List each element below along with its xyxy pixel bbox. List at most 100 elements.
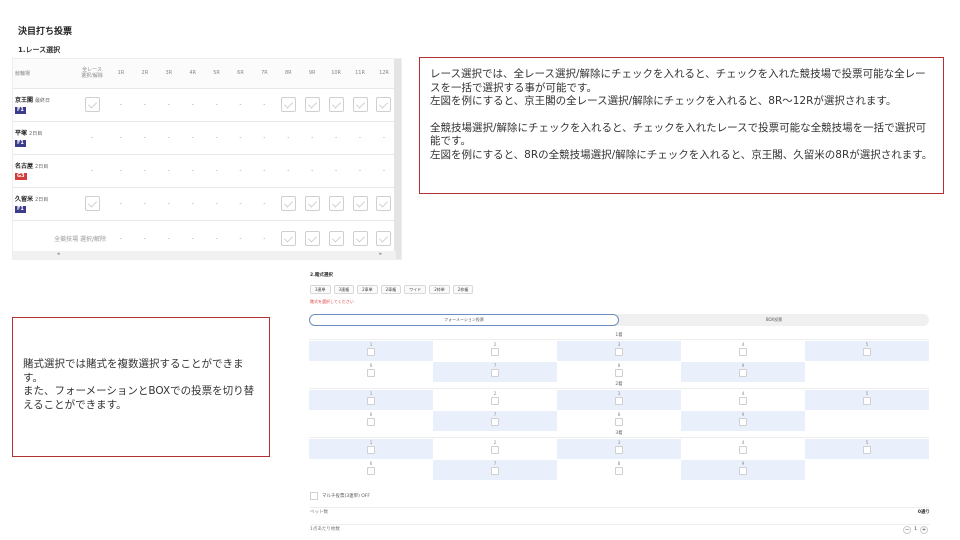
number-checkbox[interactable]: [863, 397, 871, 405]
minus-button[interactable]: −: [903, 526, 912, 534]
number-cell[interactable]: 4: [681, 341, 805, 361]
number-checkbox[interactable]: [863, 348, 871, 356]
number-cell[interactable]: 9: [681, 362, 805, 382]
box-mode-button[interactable]: BOX投票: [619, 314, 929, 326]
race-cell[interactable]: [276, 187, 301, 221]
bet-type-button[interactable]: 2枠複: [452, 285, 474, 294]
bet-type-button[interactable]: ワイド: [404, 285, 427, 294]
race-cell[interactable]: [276, 88, 301, 122]
number-checkbox[interactable]: [367, 446, 375, 454]
number-cell[interactable]: 5: [805, 439, 929, 459]
number-checkbox[interactable]: [491, 467, 499, 475]
number-cell[interactable]: 8: [557, 362, 681, 382]
number-checkbox[interactable]: [739, 446, 747, 454]
formation-mode-button[interactable]: フォーメーション投票: [309, 314, 619, 326]
number-cell[interactable]: 9: [681, 460, 805, 480]
checkbox[interactable]: [304, 196, 320, 211]
race-cell[interactable]: [348, 187, 372, 221]
number-cell[interactable]: 4: [681, 390, 805, 410]
number-checkbox[interactable]: [367, 418, 375, 426]
bet-type-button[interactable]: 2枠単: [429, 285, 450, 294]
number-checkbox[interactable]: [739, 348, 747, 356]
multi-checkbox[interactable]: [310, 492, 318, 500]
race-cell[interactable]: [324, 187, 349, 221]
bet-type-button[interactable]: 3連複: [333, 285, 355, 294]
race-cell[interactable]: [324, 88, 349, 122]
checkbox[interactable]: [352, 230, 368, 246]
number-checkbox[interactable]: [615, 397, 623, 405]
number-cell[interactable]: 6: [309, 460, 433, 480]
number-cell[interactable]: 2: [433, 390, 557, 410]
number-checkbox[interactable]: [615, 348, 623, 356]
number-cell[interactable]: 2: [433, 439, 557, 459]
number-checkbox[interactable]: [491, 348, 499, 356]
bet-type-button[interactable]: 2車複: [380, 285, 402, 294]
race-cell[interactable]: [371, 88, 396, 122]
number-checkbox[interactable]: [491, 369, 499, 377]
number-cell[interactable]: 1: [309, 439, 433, 459]
number-cell[interactable]: 7: [433, 411, 557, 431]
plus-button[interactable]: +: [920, 526, 928, 534]
scroll-left-icon[interactable]: ◂: [57, 251, 60, 257]
all-races-toggle[interactable]: [75, 88, 109, 122]
number-cell[interactable]: 1: [309, 390, 433, 410]
number-checkbox[interactable]: [367, 397, 375, 405]
checkbox[interactable]: [280, 97, 296, 112]
number-cell[interactable]: 7: [433, 460, 557, 480]
race-cell[interactable]: [371, 187, 396, 221]
number-checkbox[interactable]: [739, 397, 747, 405]
number-checkbox[interactable]: [367, 467, 375, 475]
checkbox[interactable]: [304, 97, 320, 112]
checkbox[interactable]: [352, 97, 368, 112]
checkbox[interactable]: [376, 97, 392, 112]
checkbox[interactable]: [376, 196, 392, 211]
checkbox[interactable]: [376, 230, 392, 246]
all-races-toggle[interactable]: [75, 187, 109, 221]
number-checkbox[interactable]: [863, 446, 871, 454]
number-cell[interactable]: 3: [557, 341, 681, 361]
number-checkbox[interactable]: [739, 369, 747, 377]
multi-toggle[interactable]: マルチ投票(3連単) OFF: [310, 492, 370, 500]
number-cell[interactable]: 8: [557, 460, 681, 480]
number-cell[interactable]: 5: [805, 341, 929, 361]
number-checkbox[interactable]: [491, 397, 499, 405]
number-checkbox[interactable]: [615, 418, 623, 426]
bet-type-button[interactable]: 2車単: [357, 285, 378, 294]
number-checkbox[interactable]: [491, 446, 499, 454]
vertical-scrollbar[interactable]: [394, 59, 401, 259]
number-checkbox[interactable]: [615, 446, 623, 454]
number-cell[interactable]: 8: [557, 411, 681, 431]
number-cell[interactable]: 7: [433, 362, 557, 382]
scroll-right-icon[interactable]: ▸: [379, 251, 382, 257]
number-checkbox[interactable]: [615, 369, 623, 377]
checkbox[interactable]: [352, 196, 368, 211]
number-cell[interactable]: 6: [309, 411, 433, 431]
bet-type-button[interactable]: 3連単: [310, 285, 331, 294]
number-cell[interactable]: 3: [557, 439, 681, 459]
number-cell[interactable]: 2: [433, 341, 557, 361]
race-cell[interactable]: [300, 187, 325, 221]
checkbox[interactable]: [328, 230, 344, 246]
checkbox[interactable]: [328, 97, 344, 112]
number-cell[interactable]: 4: [681, 439, 805, 459]
number-checkbox[interactable]: [739, 418, 747, 426]
number-cell[interactable]: 5: [805, 390, 929, 410]
checkbox[interactable]: [280, 196, 296, 211]
race-cell[interactable]: [348, 88, 372, 122]
checkbox[interactable]: [84, 97, 100, 112]
number-checkbox[interactable]: [615, 467, 623, 475]
checkbox[interactable]: [328, 196, 344, 211]
checkbox[interactable]: [304, 230, 320, 246]
checkbox[interactable]: [84, 196, 100, 211]
race-cell[interactable]: [300, 88, 325, 122]
number-cell[interactable]: 6: [309, 362, 433, 382]
horizontal-scrollbar[interactable]: ◂ ▸: [13, 251, 396, 259]
number-cell[interactable]: 1: [309, 341, 433, 361]
checkbox[interactable]: [280, 230, 296, 246]
number-checkbox[interactable]: [491, 418, 499, 426]
number-cell[interactable]: 9: [681, 411, 805, 431]
number-checkbox[interactable]: [739, 467, 747, 475]
number-checkbox[interactable]: [367, 369, 375, 377]
number-cell[interactable]: 3: [557, 390, 681, 410]
number-checkbox[interactable]: [367, 348, 375, 356]
